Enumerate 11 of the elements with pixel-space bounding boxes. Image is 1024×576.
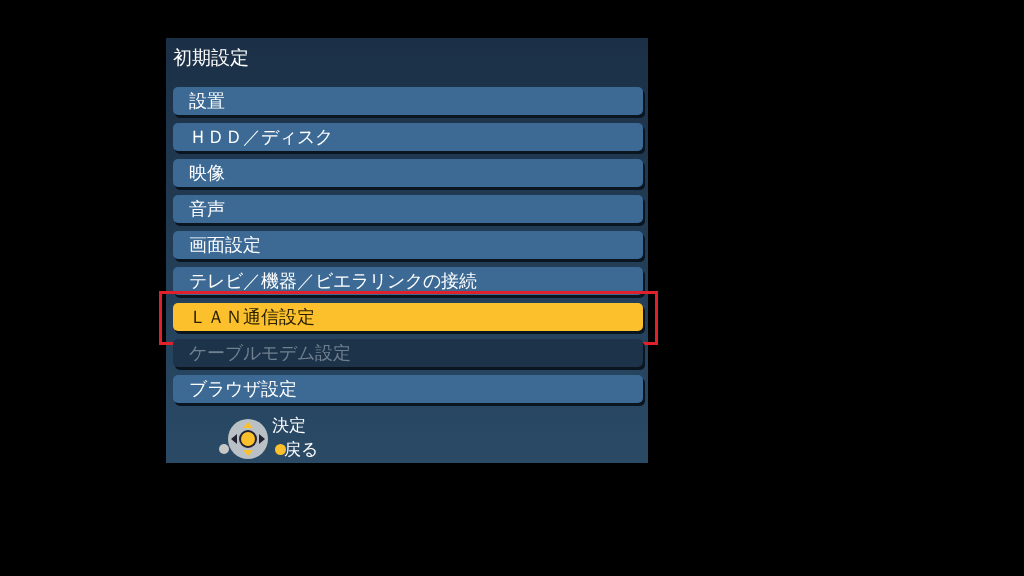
menu-item[interactable]: 画面設定	[173, 231, 643, 259]
menu-item[interactable]: 設置	[173, 87, 643, 115]
menu-item[interactable]: ブラウザ設定	[173, 375, 643, 403]
menu-title: 初期設定	[173, 45, 250, 70]
dpad-icon	[227, 418, 269, 460]
menu-item[interactable]: 音声	[173, 195, 643, 223]
menu-item[interactable]: 映像	[173, 159, 643, 187]
hint-label: 戻る	[284, 439, 318, 459]
hint-label: 決定	[272, 415, 306, 435]
menu-item[interactable]: ＬＡＮ通信設定	[173, 303, 643, 331]
menu-item[interactable]: ＨＤＤ／ディスク	[173, 123, 643, 151]
